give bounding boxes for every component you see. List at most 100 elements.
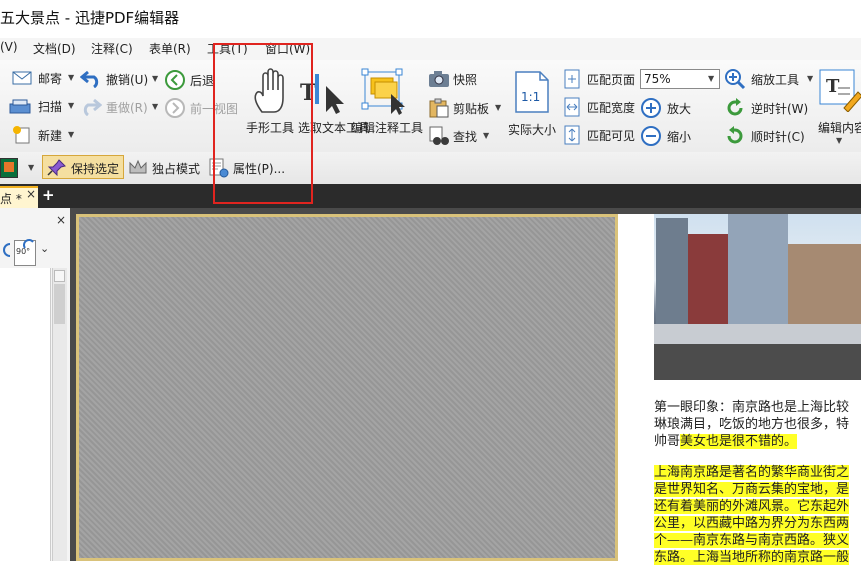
zoom-tool-label: 缩放工具 — [751, 73, 800, 87]
find-dropdown-icon[interactable]: ▼ — [483, 131, 489, 140]
menu-form[interactable]: 表单(R) — [149, 40, 191, 57]
para2-line3: 还有着美丽的外滩风景。它东起外 — [654, 498, 850, 515]
rotate-counterclockwise-icon — [727, 98, 743, 116]
svg-text:T: T — [826, 76, 840, 97]
undo-dropdown-icon[interactable]: ▼ — [152, 74, 158, 83]
magnifier-icon — [725, 69, 746, 90]
redo-button[interactable]: 重做(R) ▼ — [80, 96, 158, 119]
menu-view[interactable]: (V) — [0, 40, 18, 54]
exclusive-mode-button[interactable]: 独占模式 — [128, 158, 200, 179]
zoom-dropdown-icon[interactable]: ▼ — [708, 74, 714, 83]
edit-content-dropdown-icon[interactable]: ▼ — [836, 136, 842, 145]
zoom-in-icon — [641, 98, 661, 118]
close-tab-icon[interactable]: × — [26, 187, 36, 201]
menu-comment[interactable]: 注释(C) — [91, 40, 133, 57]
rotate-cw-label: 顺时针(C) — [751, 130, 805, 144]
annotation-edit-icon — [361, 68, 405, 115]
building-right — [788, 244, 861, 324]
zoom-in-label: 放大 — [667, 102, 692, 116]
edit-content-button[interactable]: T 编辑内容 ▼ — [816, 66, 861, 146]
actual-size-label: 实际大小 — [508, 123, 557, 137]
undo-button[interactable]: 撤销(U) ▼ — [80, 68, 158, 91]
undo-icon — [80, 70, 99, 88]
para1-line3-highlight: 美女也是很不错的。 — [680, 434, 798, 449]
para2-line1: 上海南京路是著名的繁华商业街之 — [654, 464, 850, 481]
page-image-gray — [76, 214, 618, 561]
edit-content-label: 编辑内容 — [818, 121, 861, 135]
para2-line1-text: 上海南京路是著名的繁华商业街之 — [654, 465, 850, 480]
actual-size-button[interactable]: 1:1 实际大小 — [506, 68, 558, 138]
fit-visible-button[interactable]: 匹配可见 — [563, 125, 635, 148]
mail-button[interactable]: 邮寄 ▼ — [12, 70, 74, 89]
para1-line3: 帅哥美女也是很不错的。 — [654, 433, 798, 450]
scanner-icon — [9, 99, 31, 114]
menu-document[interactable]: 文档(D) — [33, 40, 76, 57]
scan-dropdown-icon[interactable]: ▼ — [68, 101, 74, 110]
camera-icon — [429, 71, 449, 87]
edit-annotation-tool-button[interactable]: 编辑注释工具 — [351, 66, 425, 138]
fit-page-button[interactable]: 匹配页面 — [563, 69, 635, 92]
redo-dropdown-icon[interactable]: ▼ — [152, 102, 158, 111]
zoom-in-button[interactable]: 放大 — [640, 97, 691, 122]
panel-scrollbar[interactable] — [52, 268, 67, 561]
red-highlight-box — [213, 43, 313, 204]
zoom-tool-dropdown-icon[interactable]: ▼ — [807, 74, 813, 83]
clipboard-dropdown-icon[interactable]: ▼ — [495, 103, 501, 112]
para2-line4-text: 公里，以西藏中路为界分为东西两 — [654, 516, 850, 531]
keep-selected-label: 保持选定 — [71, 162, 120, 176]
new-button[interactable]: 新建 ▼ — [12, 126, 74, 147]
panel-expand-icon[interactable]: ⌄ — [40, 242, 49, 255]
zoom-level-select[interactable]: 75% ▼ — [640, 69, 720, 89]
para2-line2-text: 是世界知名、万商云集的宝地，是 — [654, 482, 850, 497]
color-swatch-inner — [4, 162, 14, 172]
rotate-ccw-label: 逆时针(W) — [751, 102, 809, 116]
new-document-icon — [13, 126, 30, 144]
keep-selected-button[interactable]: 保持选定 — [42, 155, 124, 179]
fit-width-label: 匹配宽度 — [587, 101, 636, 115]
find-button[interactable]: 查找 ▼ — [428, 126, 489, 149]
color-dropdown-icon[interactable]: ▼ — [28, 163, 34, 172]
fit-page-label: 匹配页面 — [587, 73, 636, 87]
edit-annotation-tool-label: 编辑注释工具 — [351, 121, 424, 135]
rotate-ccw-button[interactable]: 逆时针(W) — [724, 97, 808, 122]
fit-width-button[interactable]: 匹配宽度 — [563, 97, 635, 120]
rotate-page-ccw-icon[interactable] — [0, 236, 14, 270]
color-picker-button[interactable] — [0, 158, 22, 178]
fit-visible-label: 匹配可见 — [587, 129, 636, 143]
scan-button[interactable]: 扫描 ▼ — [8, 98, 74, 119]
rotate-cw-button[interactable]: 顺时针(C) — [724, 125, 805, 150]
mail-dropdown-icon[interactable]: ▼ — [68, 73, 74, 82]
clipboard-button[interactable]: 剪贴板 ▼ — [428, 98, 501, 121]
pushpin-icon — [47, 159, 66, 176]
clipboard-label: 剪贴板 — [453, 102, 490, 116]
clipboard-icon — [429, 98, 449, 118]
new-tab-icon[interactable]: + — [42, 186, 55, 204]
ribbon-toolbar: 邮寄 ▼ 扫描 ▼ 新建 ▼ 撤销(U) ▼ 重做(R) ▼ 后退 前一视图 手… — [0, 60, 861, 153]
envelope-icon — [12, 71, 32, 85]
back-button[interactable]: 后退 — [164, 69, 214, 94]
document-tab-title: 点 * — [0, 192, 22, 206]
building-glass — [728, 214, 788, 324]
zoom-level-value: 75% — [644, 72, 671, 86]
fit-page-icon — [564, 69, 580, 89]
scan-label: 扫描 — [38, 100, 63, 114]
prev-view-button[interactable]: 前一视图 — [164, 97, 238, 122]
para2-line4: 公里，以西藏中路为界分为东西两 — [654, 515, 850, 532]
crown-icon — [129, 159, 147, 174]
find-label: 查找 — [453, 130, 478, 144]
zoom-out-button[interactable]: 缩小 — [640, 125, 691, 150]
forward-arrow-icon — [165, 98, 185, 118]
find-binoculars-icon — [429, 126, 449, 145]
zoom-tool-button[interactable]: 缩放工具 ▼ — [724, 68, 813, 93]
para2-line6: 东路。上海当地所称的南京路一般 — [654, 549, 850, 566]
document-page: 第一眼印象：南京路也是上海比较 琳琅满目，吃饭的地方也很多，特 帅哥美女也是很不… — [618, 214, 861, 565]
close-panel-icon[interactable]: × — [56, 213, 66, 227]
new-dropdown-icon[interactable]: ▼ — [68, 130, 74, 139]
undo-label: 撤销(U) — [106, 73, 149, 87]
scroll-thumb[interactable] — [54, 284, 65, 324]
snapshot-button[interactable]: 快照 — [428, 70, 477, 91]
para1-line3-plain: 帅哥 — [654, 434, 681, 449]
zoom-out-label: 缩小 — [667, 130, 692, 144]
thumbnail-area — [0, 268, 51, 561]
scroll-up-arrow[interactable] — [54, 270, 65, 282]
